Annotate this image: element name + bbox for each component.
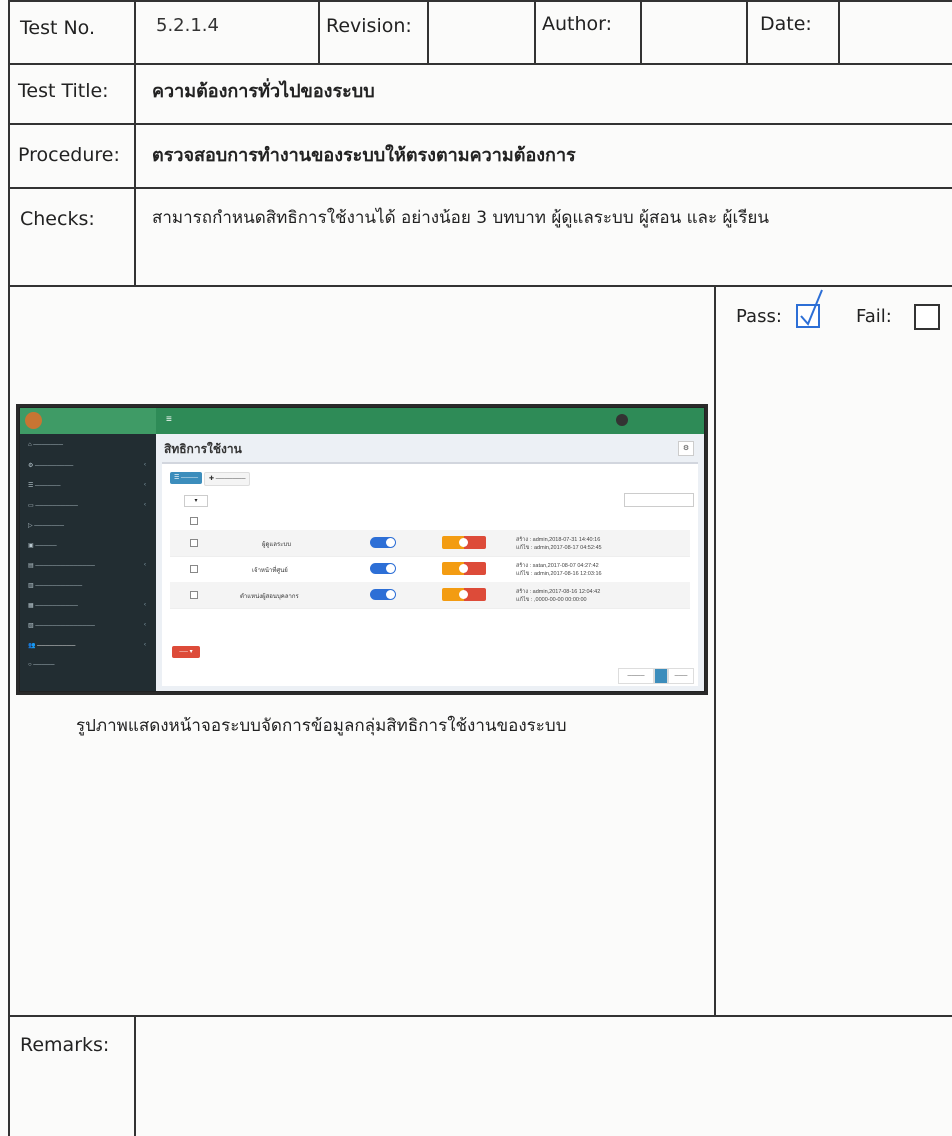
chevron-icon: ‹ <box>144 642 146 648</box>
author-label: Author: <box>542 13 613 35</box>
app-content: สิทธิการใช้งาน ⚙ ☰ ──── ✚ ─────── ▾ ผู้ด… <box>156 434 704 691</box>
procedure-label: Procedure: <box>18 144 120 166</box>
chevron-icon: ‹ <box>144 602 146 608</box>
search-input[interactable] <box>624 493 694 507</box>
sidebar-item[interactable]: ⚙ ───────── <box>28 462 73 469</box>
grid-line <box>640 0 642 63</box>
sidebar-item[interactable]: ▧ ────────────── <box>28 622 95 629</box>
sidebar-item[interactable]: ▣ ───── <box>28 542 57 549</box>
grid-line <box>8 63 952 65</box>
add-button[interactable]: ✚ ─────── <box>204 472 251 486</box>
table-header <box>170 514 690 531</box>
gear-icon[interactable]: ⚙ <box>678 441 694 456</box>
grid-line <box>134 1015 136 1136</box>
status-toggle[interactable] <box>370 563 396 574</box>
checkmark-icon <box>800 289 823 326</box>
page-1-button[interactable] <box>654 668 668 684</box>
fail-label: Fail: <box>856 306 892 327</box>
table-row: ตำแหน่งผู้สอนบุคลากร สร้าง : admin,2017-… <box>170 582 690 609</box>
sidebar-item[interactable]: ▥ ─────────── <box>28 582 82 589</box>
status-toggle[interactable] <box>370 537 396 548</box>
grid-line <box>8 0 952 2</box>
row-created: สร้าง : admin,2018-07-31 14:40:16 <box>516 537 601 543</box>
sidebar-item[interactable]: ⌂ ─────── <box>28 442 63 448</box>
sidebar-item[interactable]: ▭ ────────── <box>28 502 78 509</box>
chevron-icon: ‹ <box>144 622 146 628</box>
app-logo-icon <box>25 412 42 429</box>
grid-line <box>134 0 136 285</box>
user-avatar-icon <box>616 414 628 426</box>
sidebar-item[interactable]: ▤ ────────────── <box>28 562 95 569</box>
chevron-icon: ‹ <box>144 562 146 568</box>
grid-line <box>714 285 716 1015</box>
menu-toggle-icon[interactable]: ≡ <box>166 414 172 425</box>
grid-line <box>534 0 536 63</box>
date-label: Date: <box>760 13 812 35</box>
list-tab-button[interactable]: ☰ ──── <box>170 472 203 484</box>
row-checkbox[interactable] <box>190 539 198 547</box>
row-edited: แก้ไข : admin,2017-08-16 12:03:16 <box>516 571 602 577</box>
revision-label: Revision: <box>326 15 412 37</box>
row-actions[interactable] <box>442 536 486 549</box>
app-page-title: สิทธิการใช้งาน <box>164 442 242 456</box>
sidebar-item[interactable]: ○ ───── <box>28 662 55 668</box>
system-screenshot: ≡ ⌂ ─────── ⚙ ───────── ‹ ☰ ────── ‹ ▭ ─… <box>20 408 704 691</box>
grid-line <box>8 123 952 125</box>
data-table-box: ☰ ──── ✚ ─────── ▾ ผู้ดูแลระบบ สร้าง : a… <box>162 462 698 686</box>
grid-line <box>318 0 320 63</box>
page-size-select[interactable]: ▾ <box>184 495 208 507</box>
row-created: สร้าง : admin,2017-08-16 12:04:42 <box>516 589 601 595</box>
sidebar-item[interactable]: ▷ ─────── <box>28 522 64 529</box>
role-name: เจ้าหน้าที่ศูนย์ <box>252 568 288 574</box>
table-row: ผู้ดูแลระบบ สร้าง : admin,2018-07-31 14:… <box>170 530 690 557</box>
delete-button[interactable]: ── ▾ <box>172 646 200 658</box>
sidebar-item[interactable]: ▦ ────────── <box>28 602 78 609</box>
screenshot-caption: รูปภาพแสดงหน้าจอระบบจัดการข้อมูลกลุ่มสิท… <box>76 716 567 736</box>
remarks-label: Remarks: <box>20 1034 110 1056</box>
role-name: ตำแหน่งผู้สอนบุคลากร <box>240 594 299 600</box>
row-actions[interactable] <box>442 588 486 601</box>
checks-label: Checks: <box>20 208 95 230</box>
procedure-value: ตรวจสอบการทำงานของระบบให้ตรงตามความต้องก… <box>152 145 576 166</box>
grid-line <box>8 0 10 1136</box>
app-brand <box>20 408 156 434</box>
prev-page-button[interactable]: ──── <box>618 668 654 684</box>
grid-line <box>427 0 429 63</box>
pass-checkbox[interactable] <box>796 289 823 328</box>
row-actions[interactable] <box>442 562 486 575</box>
row-checkbox[interactable] <box>190 591 198 599</box>
sidebar-item[interactable]: ☰ ────── <box>28 482 61 489</box>
test-no-value: 5.2.1.4 <box>156 15 219 36</box>
grid-line <box>746 0 748 63</box>
chevron-icon: ‹ <box>144 482 146 488</box>
table-row: เจ้าหน้าที่ศูนย์ สร้าง : satan,2017-08-0… <box>170 556 690 583</box>
checks-value: สามารถกำหนดสิทธิการใช้งานได้ อย่างน้อย 3… <box>152 208 769 228</box>
grid-line <box>8 187 952 189</box>
role-name: ผู้ดูแลระบบ <box>262 542 292 548</box>
fail-checkbox[interactable] <box>914 304 940 330</box>
test-title-label: Test Title: <box>18 80 109 102</box>
test-no-label: Test No. <box>20 17 95 39</box>
sidebar-item[interactable]: 👥 ───────── <box>28 642 75 649</box>
row-edited: แก้ไข : admin,2017-08-17 04:52:45 <box>516 545 602 551</box>
grid-line <box>8 1015 952 1017</box>
pass-label: Pass: <box>736 306 782 327</box>
grid-line <box>8 285 952 287</box>
chevron-icon: ‹ <box>144 462 146 468</box>
row-edited: แก้ไข : ,0000-00-00 00:00:00 <box>516 597 587 603</box>
test-title-value: ความต้องการทั่วไปของระบบ <box>152 81 375 102</box>
row-checkbox[interactable] <box>190 565 198 573</box>
app-sidebar: ⌂ ─────── ⚙ ───────── ‹ ☰ ────── ‹ ▭ ───… <box>20 434 156 691</box>
status-toggle[interactable] <box>370 589 396 600</box>
next-page-button[interactable]: ─── <box>668 668 694 684</box>
select-all-checkbox[interactable] <box>190 517 198 525</box>
grid-line <box>838 0 840 63</box>
chevron-icon: ‹ <box>144 502 146 508</box>
row-created: สร้าง : satan,2017-08-07 04:27:42 <box>516 563 599 569</box>
